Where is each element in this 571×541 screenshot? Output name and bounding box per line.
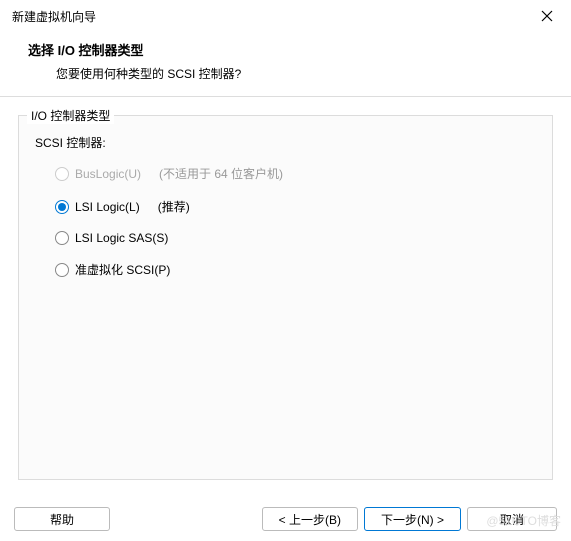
content-area: I/O 控制器类型 SCSI 控制器: BusLogic(U) (不适用于 64… [0,97,571,480]
radio-option-lsi-logic-sas[interactable]: LSI Logic SAS(S) [55,231,536,245]
page-title: 选择 I/O 控制器类型 [28,40,551,59]
radio-label: LSI Logic SAS(S) [75,231,168,245]
radio-option-lsi-logic[interactable]: LSI Logic(L) (推荐) [55,198,536,215]
titlebar: 新建虚拟机向导 [0,0,571,32]
fieldset-legend: I/O 控制器类型 [27,107,114,124]
radio-option-pvscsi[interactable]: 准虚拟化 SCSI(P) [55,261,536,278]
radio-icon [55,200,69,214]
scsi-group-label: SCSI 控制器: [35,134,536,151]
cancel-button[interactable]: 取消 [467,507,557,531]
help-button[interactable]: 帮助 [14,507,110,531]
wizard-header: 选择 I/O 控制器类型 您要使用何种类型的 SCSI 控制器? [0,32,571,97]
radio-icon [55,231,69,245]
radio-hint: (推荐) [158,198,190,215]
window-title: 新建虚拟机向导 [12,8,96,25]
back-button[interactable]: < 上一步(B) [262,507,358,531]
radio-icon [55,263,69,277]
radio-option-buslogic: BusLogic(U) (不适用于 64 位客户机) [55,165,536,182]
radio-label: 准虚拟化 SCSI(P) [75,261,170,278]
close-button[interactable] [533,2,561,30]
page-subtitle: 您要使用何种类型的 SCSI 控制器? [56,65,551,82]
close-icon [541,10,553,22]
radio-label: LSI Logic(L) [75,200,140,214]
wizard-footer: 帮助 < 上一步(B) 下一步(N) > 取消 [0,507,571,531]
radio-hint: (不适用于 64 位客户机) [159,165,283,182]
radio-icon [55,167,69,181]
io-controller-fieldset: I/O 控制器类型 SCSI 控制器: BusLogic(U) (不适用于 64… [18,115,553,480]
radio-label: BusLogic(U) [75,167,141,181]
next-button[interactable]: 下一步(N) > [364,507,461,531]
